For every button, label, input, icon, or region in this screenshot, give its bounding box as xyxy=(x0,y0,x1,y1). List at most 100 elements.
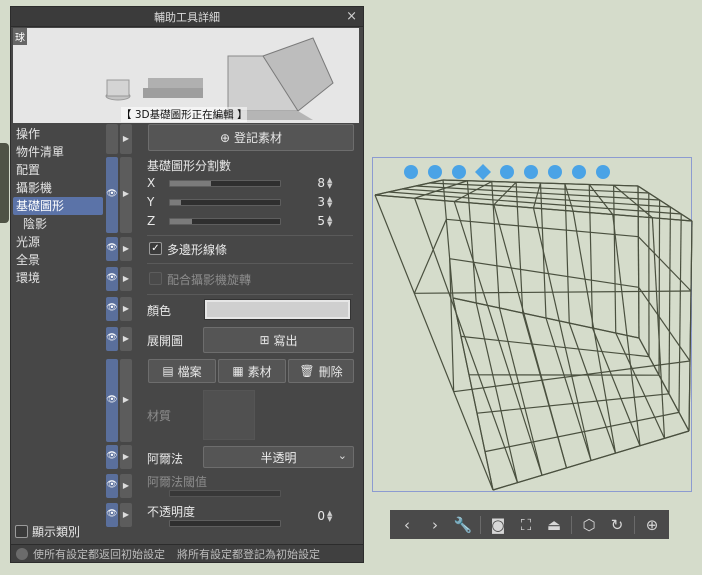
row-expand-toggle[interactable]: ▶ xyxy=(120,445,132,469)
object-add-icon[interactable]: ⬡ xyxy=(578,514,600,536)
division-x-value[interactable]: 8 xyxy=(305,176,325,190)
scale-icon[interactable] xyxy=(568,162,590,182)
zoom-icon[interactable] xyxy=(448,162,470,182)
color-swatch[interactable] xyxy=(204,299,351,320)
delete-button[interactable]: 🗑 刪除 xyxy=(288,359,354,383)
sub-tool-detail-panel: 輔助工具詳細 × 球 【 3D基礎圖形正在編輯 】 操作 物件清單 配置 攝影機… xyxy=(10,6,364,563)
alpha-value: 半透明 xyxy=(260,450,297,465)
toolbar-separator xyxy=(634,515,635,534)
wrench-icon[interactable]: 🔧 xyxy=(452,514,474,536)
export-icon: ⊞ xyxy=(259,333,270,347)
division-y-label: Y xyxy=(147,195,155,209)
object-rotate-icon[interactable]: ↻ xyxy=(606,514,628,536)
nav-item-placement[interactable]: 配置 xyxy=(13,161,103,179)
row-expand-toggle[interactable]: ▶ xyxy=(120,327,132,351)
eye-icon[interactable]: 👁 xyxy=(106,157,118,233)
row-expand-toggle[interactable]: ▶ xyxy=(120,237,132,261)
division-x-spinner[interactable]: ▲ ▼ xyxy=(327,177,332,190)
row-expand-toggle[interactable]: ▶ xyxy=(120,359,132,442)
eye-icon[interactable]: 👁 xyxy=(106,474,118,498)
pan-icon[interactable] xyxy=(424,162,446,182)
ground-icon[interactable]: ⏏ xyxy=(543,514,565,536)
reset-all-button[interactable]: 使所有設定都返回初始設定 xyxy=(33,546,165,562)
division-x-slider[interactable] xyxy=(169,180,281,187)
row-expand-toggle[interactable]: ▶ xyxy=(120,157,132,233)
row-expand-toggle[interactable]: ▶ xyxy=(120,124,132,154)
nav-item-primitive[interactable]: 基礎圖形 xyxy=(13,197,103,215)
show-category[interactable]: 顯示類別 xyxy=(15,523,80,540)
rotate-icon[interactable] xyxy=(496,162,518,182)
eye-icon[interactable]: 👁 xyxy=(106,503,118,527)
show-category-checkbox[interactable] xyxy=(15,525,28,538)
texture-preview[interactable] xyxy=(203,390,255,440)
division-z-value[interactable]: 5 xyxy=(305,214,325,228)
alpha-threshold-label: 阿爾法閾值 xyxy=(147,475,208,489)
camera-rotate-checkbox[interactable] xyxy=(149,272,162,285)
toolbar-separator xyxy=(480,515,481,534)
eye-icon[interactable]: 👁 xyxy=(106,237,118,261)
row-toggle-blank[interactable] xyxy=(106,124,118,154)
polygon-lines-label: 多邊形線條 xyxy=(167,243,228,257)
file-button[interactable]: ▤ 檔案 xyxy=(148,359,216,383)
register-default-button[interactable]: 將所有設定都登記為初始設定 xyxy=(177,546,320,562)
opacity-slider[interactable] xyxy=(169,520,281,527)
object-manipulator xyxy=(400,162,614,182)
nav-item-shadow[interactable]: 陰影 xyxy=(13,215,103,233)
trash-icon: 🗑 xyxy=(299,364,315,378)
opacity-spinner[interactable]: ▲ ▼ xyxy=(327,510,332,523)
eye-icon[interactable]: 👁 xyxy=(106,297,118,321)
move-3d-icon[interactable] xyxy=(544,162,566,182)
delete-label: 刪除 xyxy=(318,364,343,379)
3d-object-selection[interactable] xyxy=(372,157,693,492)
globe-icon: ⊕ xyxy=(219,130,231,145)
panel-titlebar[interactable]: 輔助工具詳細 × xyxy=(11,7,363,27)
export-label: 寫出 xyxy=(273,333,298,348)
polygon-lines-checkbox[interactable]: ✓ xyxy=(149,242,162,255)
row-expand-toggle[interactable]: ▶ xyxy=(120,474,132,498)
register-material-button[interactable]: ⊕ 登記素材 xyxy=(148,124,354,151)
file-icon: ▤ xyxy=(162,364,174,378)
eye-icon[interactable]: 👁 xyxy=(106,445,118,469)
row-expand-toggle[interactable]: ▶ xyxy=(120,267,132,291)
reset-rotate-icon[interactable] xyxy=(592,162,614,182)
division-z-slider[interactable] xyxy=(169,218,281,225)
nav-item-object-list[interactable]: 物件清單 xyxy=(13,143,103,161)
division-y-value[interactable]: 3 xyxy=(305,195,325,209)
eye-icon[interactable]: 👁 xyxy=(106,359,118,442)
fit-view-icon[interactable]: ⛶ xyxy=(515,514,537,536)
chevron-down-icon: ⌄ xyxy=(337,449,347,462)
nav-item-camera[interactable]: 攝影機 xyxy=(13,179,103,197)
add-layer-icon[interactable]: ⊕ xyxy=(641,514,663,536)
camera-rotate-icon[interactable] xyxy=(400,162,422,182)
chevron-left-icon[interactable]: ‹ xyxy=(396,514,418,536)
nav-item-operation[interactable]: 操作 xyxy=(13,125,103,143)
eye-icon[interactable]: 👁 xyxy=(106,327,118,351)
move-plane-icon[interactable] xyxy=(472,162,494,182)
material-button[interactable]: ▦ 素材 xyxy=(218,359,286,383)
alpha-threshold-slider[interactable] xyxy=(169,490,281,497)
nav-item-panorama[interactable]: 全景 xyxy=(13,251,103,269)
eye-icon[interactable]: 👁 xyxy=(106,267,118,291)
rotate-xy-icon[interactable] xyxy=(520,162,542,182)
export-unfold-button[interactable]: ⊞ 寫出 xyxy=(203,327,354,353)
division-x-label: X xyxy=(147,176,156,190)
row-expand-toggle[interactable]: ▶ xyxy=(120,297,132,321)
close-icon[interactable]: × xyxy=(346,9,357,24)
preview-image: 球 【 3D基礎圖形正在編輯 】 xyxy=(13,28,359,123)
division-y-spinner[interactable]: ▲ ▼ xyxy=(327,196,332,209)
chevron-right-icon[interactable]: › xyxy=(424,514,446,536)
background-object xyxy=(0,143,9,223)
division-z-label: Z xyxy=(147,214,156,228)
nav-item-light[interactable]: 光源 xyxy=(13,233,103,251)
opacity-value[interactable]: 0 xyxy=(305,509,325,523)
divider xyxy=(147,263,353,264)
material-label: 素材 xyxy=(247,364,272,379)
reset-icon[interactable] xyxy=(16,547,28,560)
nav-item-environment[interactable]: 環境 xyxy=(13,269,103,287)
division-z-spinner[interactable]: ▲ ▼ xyxy=(327,215,332,228)
color-label: 顏色 xyxy=(147,304,172,318)
division-y-slider[interactable] xyxy=(169,199,281,206)
row-expand-toggle[interactable]: ▶ xyxy=(120,503,132,527)
alpha-dropdown[interactable]: 半透明 ⌄ xyxy=(203,446,354,468)
camera-reset-icon[interactable]: ◙ xyxy=(487,514,509,536)
